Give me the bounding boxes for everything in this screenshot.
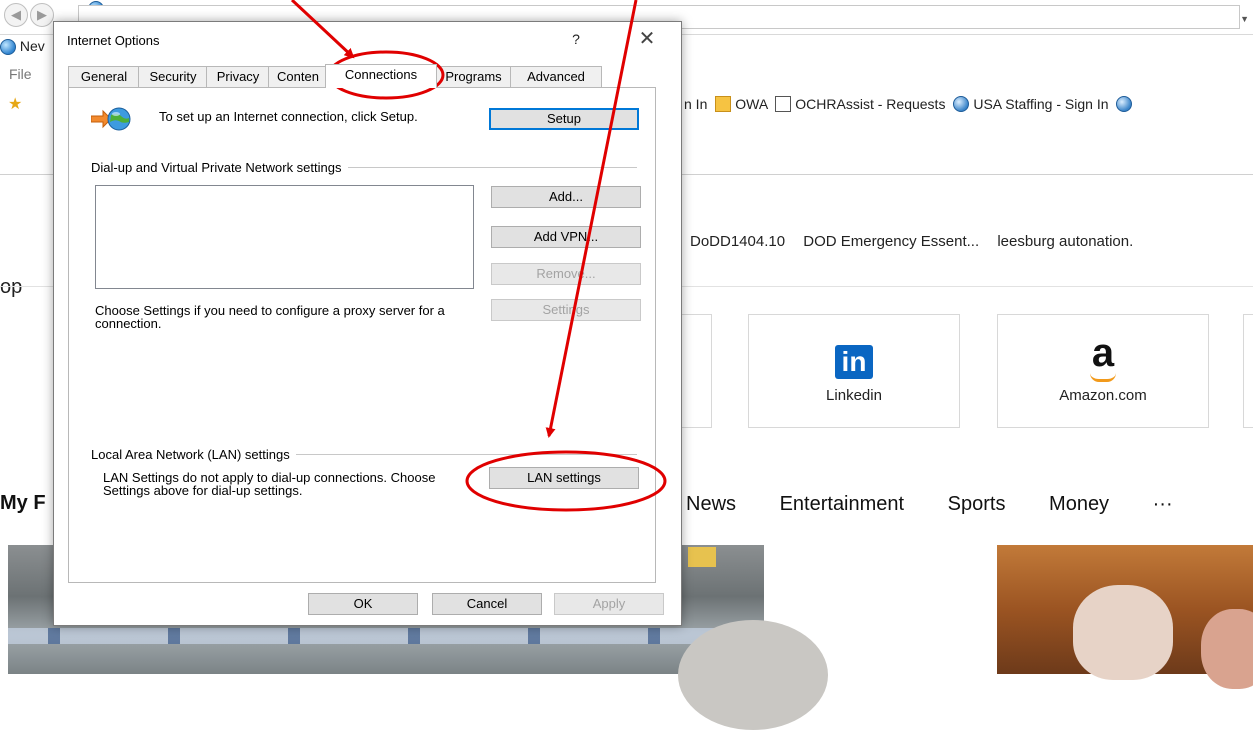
favorites-star-icon[interactable]: ★ [8, 94, 22, 114]
favorites-list: n In OWA OCHRAssist - Requests USA Staff… [684, 96, 1136, 113]
category-money[interactable]: Money [1049, 493, 1109, 515]
ok-button[interactable]: OK [308, 593, 418, 615]
image-detail [8, 628, 764, 644]
quick-link[interactable]: DOD Emergency Essent... [803, 233, 979, 250]
close-icon[interactable]: ✕ [634, 26, 660, 52]
tab-advanced[interactable]: Advanced [510, 66, 602, 87]
tile-label: Linkedin [826, 387, 882, 404]
browser-tab[interactable]: Nev [0, 38, 45, 56]
connections-panel: To set up an Internet connection, click … [68, 87, 656, 583]
ie-tab-icon [0, 39, 16, 56]
quick-links: DoDD1404.10 DOD Emergency Essent... lees… [690, 233, 1147, 250]
image-detail [678, 620, 828, 730]
proxy-description: Choose Settings if you need to configure… [95, 303, 445, 331]
tab-privacy[interactable]: Privacy [206, 66, 270, 87]
category-entertainment[interactable]: Entertainment [780, 493, 905, 515]
lan-description: LAN Settings do not apply to dial-up con… [103, 470, 436, 498]
forward-icon[interactable]: ▶ [30, 3, 54, 27]
setup-description: To set up an Internet connection, click … [159, 109, 418, 124]
news-image[interactable] [997, 545, 1253, 689]
add-vpn-button[interactable]: Add VPN... [491, 226, 641, 248]
chevron-down-icon[interactable]: ▼ [1240, 14, 1249, 24]
category-news[interactable]: News [686, 493, 736, 515]
quick-link[interactable]: DoDD1404.10 [690, 233, 785, 250]
ie-icon [1116, 96, 1133, 113]
category-sports[interactable]: Sports [948, 493, 1006, 515]
tile-amazon[interactable]: a Amazon.com [997, 314, 1209, 428]
lan-section-heading: Local Area Network (LAN) settings [91, 447, 296, 462]
help-icon[interactable]: ? [566, 28, 586, 50]
remove-button[interactable]: Remove... [491, 263, 641, 285]
tile-linkedin[interactable]: in Linkedin [748, 314, 960, 428]
connections-list[interactable] [95, 185, 474, 289]
tab-content[interactable]: Conten [268, 66, 328, 87]
dialup-section-heading: Dial-up and Virtual Private Network sett… [91, 160, 348, 175]
linkedin-logo-icon: in [835, 345, 873, 379]
tab-connections[interactable]: Connections [325, 64, 437, 88]
tab-security[interactable]: Security [138, 66, 208, 87]
apply-button[interactable]: Apply [554, 593, 664, 615]
section-my-feed-heading: My F [0, 492, 46, 514]
lan-settings-button[interactable]: LAN settings [489, 467, 639, 489]
document-icon [775, 96, 792, 113]
ie-icon [953, 96, 970, 113]
image-detail [1073, 585, 1173, 680]
amazon-logo-icon: a [1091, 331, 1115, 375]
section-top-heading: op [0, 276, 23, 298]
favorite-item[interactable]: USA Staffing - Sign In [973, 96, 1108, 112]
menu-file[interactable]: File [9, 66, 32, 82]
favorite-item[interactable]: n In [684, 96, 707, 112]
add-button[interactable]: Add... [491, 186, 641, 208]
quick-link[interactable]: leesburg autonation. [997, 233, 1133, 250]
dialog-title: Internet Options [67, 33, 160, 48]
title-bar[interactable]: Internet Options ? ✕ [54, 22, 681, 58]
tile-partial[interactable] [1243, 314, 1253, 428]
more-icon[interactable]: ··· [1153, 493, 1173, 515]
amazon-smile-icon [1090, 373, 1116, 382]
image-detail [1201, 609, 1253, 689]
back-icon[interactable]: ◀ [4, 3, 28, 27]
internet-options-dialog: Internet Options ? ✕ General Security Pr… [53, 21, 682, 626]
tile-label: Amazon.com [1059, 387, 1147, 404]
favorite-item[interactable]: OWA [735, 96, 767, 112]
browser-tab-title: Nev [19, 38, 45, 54]
setup-button[interactable]: Setup [489, 108, 639, 130]
category-nav: News Entertainment Sports Money ··· [686, 493, 1211, 516]
tab-general[interactable]: General [68, 66, 140, 87]
favorite-item[interactable]: OCHRAssist - Requests [795, 96, 945, 112]
tab-programs[interactable]: Programs [435, 66, 512, 87]
owa-icon [715, 96, 732, 113]
cancel-button[interactable]: Cancel [432, 593, 542, 615]
settings-button[interactable]: Settings [491, 299, 641, 321]
image-detail [688, 547, 716, 567]
internet-connection-icon [91, 107, 131, 131]
